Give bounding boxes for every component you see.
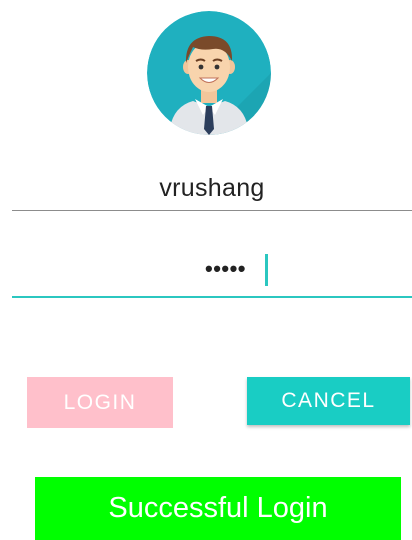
text-cursor <box>265 254 268 286</box>
user-avatar-icon <box>147 11 271 135</box>
username-field[interactable]: vrushang <box>12 160 412 211</box>
password-field[interactable]: ••••• <box>12 246 412 298</box>
cancel-button[interactable]: CANCEL <box>247 377 410 425</box>
username-value: vrushang <box>159 174 265 202</box>
login-button[interactable]: LOGIN <box>27 377 173 428</box>
password-value: ••••• <box>205 256 247 281</box>
status-message: Successful Login <box>35 477 401 540</box>
